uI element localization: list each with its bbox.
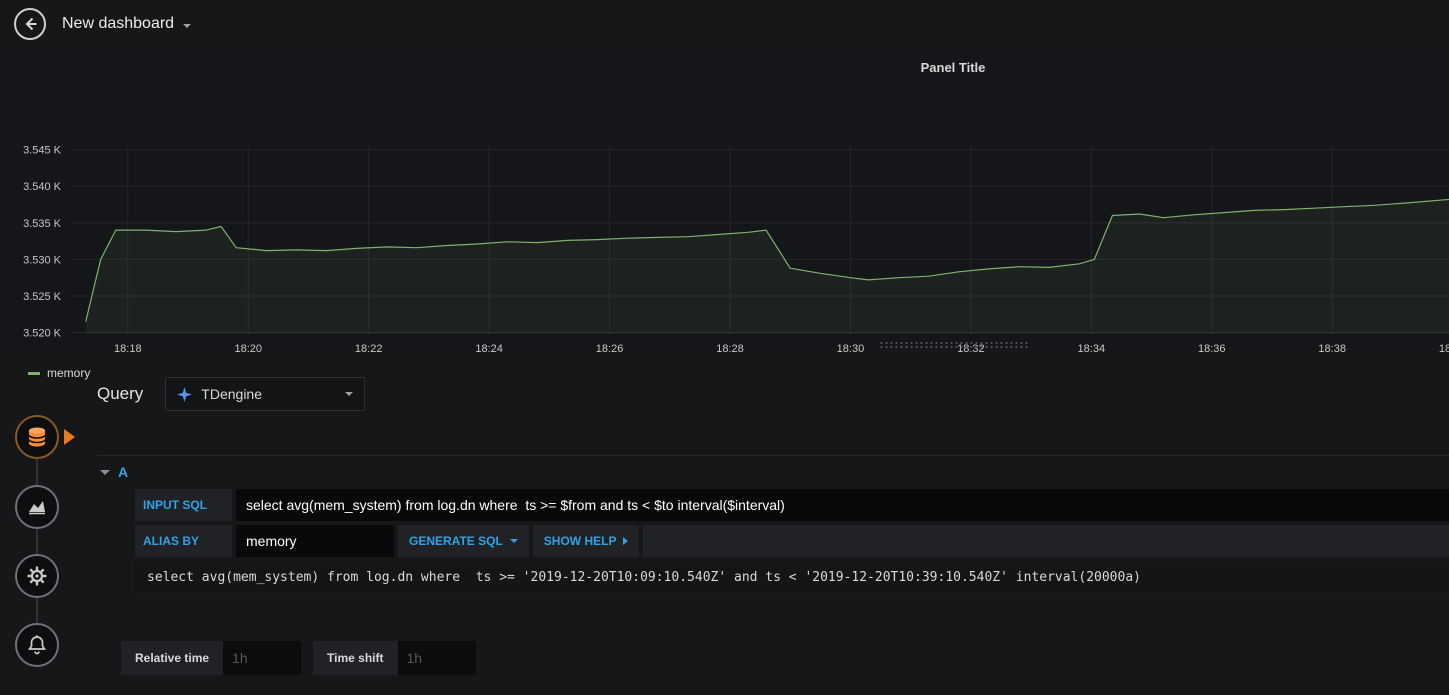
svg-text:3.525 K: 3.525 K	[23, 291, 62, 303]
relative-time-label: Relative time	[121, 641, 224, 675]
tab-alert[interactable]	[15, 623, 59, 667]
input-sql-field[interactable]	[236, 489, 1449, 521]
alias-by-label: ALIAS BY	[135, 525, 232, 557]
grafana-edit-screen: New dashboard Panel Title 3.520 K 3.525 K…	[0, 0, 1449, 695]
datasource-name: TDengine	[201, 386, 262, 402]
collapse-icon	[100, 469, 110, 475]
query-options-row: Relative time Time shift	[121, 641, 1449, 675]
svg-text:3.535 K: 3.535 K	[23, 218, 62, 230]
dashboard-title: New dashboard	[62, 15, 175, 32]
active-tab-arrow-icon	[64, 429, 75, 445]
datasource-logo-icon	[177, 386, 193, 402]
query-row-header[interactable]: A	[97, 459, 1449, 485]
svg-text:3.545 K: 3.545 K	[23, 145, 62, 157]
tab-queries[interactable]	[15, 415, 59, 459]
tab-general[interactable]	[15, 554, 59, 598]
query-section-title: Query	[97, 384, 144, 403]
database-icon	[25, 425, 49, 449]
row-filler	[643, 525, 1449, 557]
panel-title[interactable]: Panel Title	[921, 60, 986, 75]
tab-visualization[interactable]	[15, 485, 59, 529]
arrow-left-icon	[22, 16, 38, 32]
input-sql-label: INPUT SQL	[135, 489, 232, 521]
generated-sql-text: select avg(mem_system) from log.dn where…	[147, 569, 1141, 585]
query-header: Query TDengine	[97, 377, 1449, 411]
chevron-down-icon	[183, 23, 192, 28]
back-button[interactable]	[14, 8, 46, 40]
chevron-down-icon	[509, 539, 518, 543]
chevron-down-icon	[345, 392, 354, 396]
alias-by-field[interactable]	[236, 525, 394, 557]
time-shift-field[interactable]	[397, 641, 476, 675]
dashboard-title-menu[interactable]: New dashboard	[62, 15, 192, 33]
svg-text:3.540 K: 3.540 K	[23, 181, 62, 193]
relative-time-field[interactable]	[223, 641, 302, 675]
tab-connector-line	[36, 437, 38, 645]
query-rows: INPUT SQL ALIAS BY GENERATE SQL SHOW HEL…	[135, 489, 1449, 557]
top-bar: New dashboard	[0, 0, 1449, 48]
section-divider	[97, 455, 1449, 456]
gear-icon	[26, 565, 48, 587]
query-editor: Query TDengine A INPUT SQL AL	[84, 352, 1449, 695]
generate-sql-button[interactable]: GENERATE SQL	[398, 525, 529, 557]
graph-panel: Panel Title 3.520 K 3.525 K 3.530 K 3.535 K…	[0, 48, 1449, 380]
svg-text:3.520 K: 3.520 K	[23, 328, 62, 340]
timeseries-chart[interactable]: 3.520 K 3.525 K 3.530 K 3.535 K 3.540 K 3.545…	[0, 136, 1449, 368]
chart-icon	[26, 496, 48, 518]
panel-resize-handle[interactable]	[879, 341, 1029, 349]
chevron-right-icon	[623, 537, 629, 545]
datasource-picker[interactable]: TDengine	[165, 377, 366, 411]
tabs-sidebar	[0, 349, 84, 695]
svg-text:3.530 K: 3.530 K	[23, 254, 62, 266]
show-help-button[interactable]: SHOW HELP	[532, 525, 640, 557]
alias-by-row: ALIAS BY GENERATE SQL SHOW HELP	[135, 525, 1449, 557]
time-shift-label: Time shift	[313, 641, 398, 675]
bell-icon	[26, 634, 48, 656]
input-sql-row: INPUT SQL	[135, 489, 1449, 521]
query-letter: A	[118, 464, 129, 480]
generated-sql-row: select avg(mem_system) from log.dn where…	[135, 561, 1449, 593]
